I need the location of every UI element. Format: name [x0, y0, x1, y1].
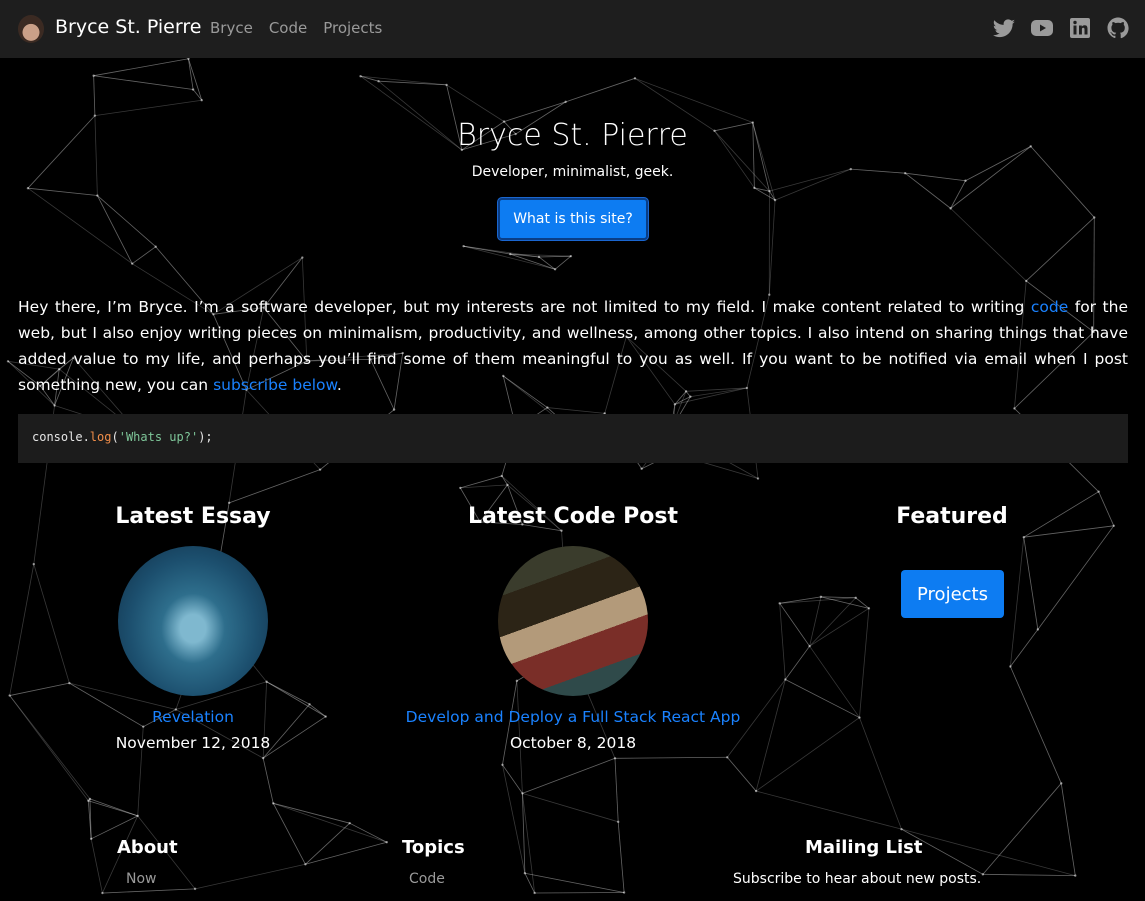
social-links [992, 16, 1130, 40]
nav-link-code[interactable]: Code [269, 19, 307, 37]
youtube-icon[interactable] [1030, 16, 1054, 40]
code-post-thumbnail[interactable] [498, 546, 648, 696]
featured-title: Featured [896, 504, 1008, 529]
twitter-icon[interactable] [992, 16, 1016, 40]
hero-title: Bryce St. Pierre [457, 118, 688, 153]
footer-about-title: About [117, 837, 178, 858]
code-method: log [89, 430, 112, 444]
code-string: 'Whats up?' [118, 430, 199, 444]
subscribe-link[interactable]: subscribe below [213, 376, 337, 394]
footer-topics-title: Topics [402, 837, 465, 858]
footer-mailing-title: Mailing List [805, 837, 923, 858]
hero-subtitle: Developer, minimalist, geek. [471, 164, 674, 180]
nav-link-bryce[interactable]: Bryce [210, 19, 253, 37]
brand-link[interactable]: Bryce St. Pierre [55, 16, 201, 38]
github-icon[interactable] [1106, 16, 1130, 40]
essay-date: November 12, 2018 [115, 734, 271, 752]
avatar[interactable] [18, 15, 44, 43]
footer-link-code[interactable]: Code [409, 871, 445, 887]
code-close: ); [198, 430, 213, 444]
nav-links: Bryce Code Projects [210, 19, 382, 37]
latest-essay-title: Latest Essay [115, 504, 271, 529]
code-link[interactable]: code [1031, 298, 1068, 316]
what-is-this-site-button[interactable]: What is this site? [498, 198, 648, 240]
intro-paragraph: Hey there, I’m Bryce. I’m a software dev… [18, 294, 1128, 398]
intro-text-3: . [336, 376, 342, 394]
footer-mailing-text: Subscribe to hear about new posts. [733, 871, 982, 887]
code-post-date: October 8, 2018 [509, 734, 637, 752]
nav-link-projects[interactable]: Projects [323, 19, 382, 37]
projects-button[interactable]: Projects [901, 570, 1004, 618]
code-post-link[interactable]: Develop and Deploy a Full Stack React Ap… [383, 708, 763, 726]
intro-text-1: Hey there, I’m Bryce. I’m a software dev… [18, 298, 1031, 316]
navbar: Bryce St. Pierre Bryce Code Projects [0, 0, 1145, 58]
latest-code-post-title: Latest Code Post [467, 504, 678, 529]
code-block: console.log('Whats up?'); [18, 414, 1128, 463]
essay-link[interactable]: Revelation [3, 708, 383, 726]
code-object: console. [32, 430, 90, 444]
code-open-paren: ( [111, 430, 119, 444]
essay-thumbnail[interactable] [118, 546, 268, 696]
footer-link-now[interactable]: Now [126, 871, 157, 887]
linkedin-icon[interactable] [1068, 16, 1092, 40]
